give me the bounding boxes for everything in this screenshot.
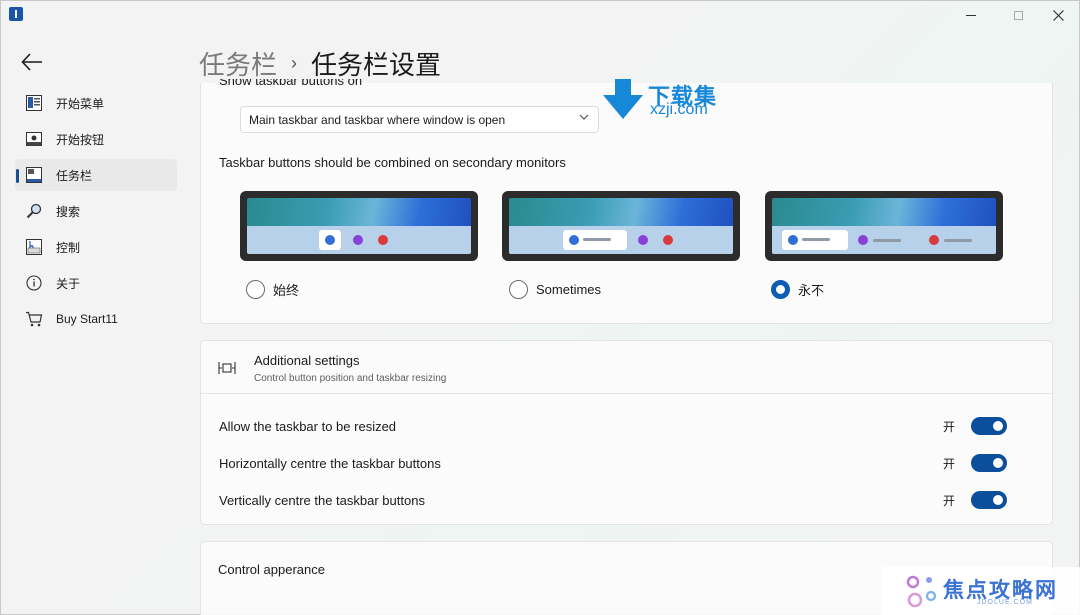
setting-label: Vertically centre the taskbar buttons	[219, 492, 425, 508]
option-always[interactable]: 始终	[246, 280, 299, 299]
dropdown-value: Main taskbar and taskbar where window is…	[249, 112, 506, 127]
maximize-button[interactable]	[998, 1, 1038, 29]
download-arrow-icon	[603, 79, 643, 119]
maximize-icon	[1013, 10, 1023, 20]
app-logo-icon	[9, 7, 23, 21]
sidebar: 开始菜单 开始按钮 任务栏 搜索 控制 关于 Buy Start11	[15, 87, 177, 339]
radio-never[interactable]	[771, 280, 790, 299]
app-dot	[353, 235, 363, 245]
setting-row-resize: Allow the taskbar to be resized 开	[219, 415, 1007, 437]
setting-label: Horizontally centre the taskbar buttons	[219, 455, 441, 471]
close-button[interactable]	[1038, 1, 1078, 29]
close-icon	[1052, 9, 1064, 21]
option-label: Sometimes	[536, 282, 602, 297]
preview-taskbar	[772, 226, 996, 254]
app-dot	[569, 235, 579, 245]
breadcrumb-parent-link[interactable]: 任务栏	[199, 45, 277, 82]
minimize-button[interactable]	[951, 1, 991, 29]
additional-settings-card: Additional settings Control button posit…	[200, 340, 1053, 525]
vcentre-toggle[interactable]	[971, 491, 1007, 509]
resize-toggle[interactable]	[971, 417, 1007, 435]
sidebar-item-about[interactable]: 关于	[15, 267, 177, 299]
sidebar-item-label: 控制	[56, 240, 81, 255]
combine-label: Taskbar buttons should be combined on se…	[219, 155, 566, 170]
search-icon	[25, 202, 43, 220]
sidebar-item-control[interactable]: 控制	[15, 231, 177, 263]
sidebar-item-label: 关于	[56, 276, 81, 291]
preview-screen	[247, 198, 471, 254]
app-dot	[378, 235, 388, 245]
preview-taskbar	[247, 226, 471, 254]
info-icon	[25, 274, 43, 292]
breadcrumb: 任务栏 › 任务栏设置	[199, 45, 441, 82]
option-sometimes[interactable]: Sometimes	[509, 280, 601, 299]
start-menu-icon	[25, 94, 43, 112]
cart-icon	[25, 310, 43, 328]
sidebar-item-label: 开始菜单	[56, 96, 105, 111]
additional-settings-subtitle: Control button position and taskbar resi…	[254, 373, 447, 384]
toggle-state-text: 开	[942, 456, 955, 471]
watermark-url: xzji.com	[650, 101, 708, 118]
app-dot	[325, 235, 335, 245]
sidebar-item-label: 搜索	[56, 204, 81, 219]
app-dot	[858, 235, 868, 245]
taskbar-icon	[25, 166, 43, 184]
app-dot	[663, 235, 673, 245]
preview-line	[583, 238, 611, 241]
option-label: 始终	[273, 283, 300, 298]
sidebar-item-label: Buy Start11	[56, 312, 118, 326]
sidebar-item-label: 开始按钮	[56, 132, 105, 147]
app-dot	[929, 235, 939, 245]
control-icon	[25, 238, 43, 256]
watermark-xzji: 下载集 xzji.com	[601, 79, 731, 123]
preview-sometimes[interactable]	[502, 191, 740, 261]
preview-taskbar	[509, 226, 733, 254]
option-never[interactable]: 永不	[771, 280, 824, 299]
sidebar-item-start-button[interactable]: 开始按钮	[15, 123, 177, 155]
sidebar-item-label: 任务栏	[56, 168, 93, 183]
setting-row-hcentre: Horizontally centre the taskbar buttons …	[219, 452, 1007, 474]
preview-line	[873, 239, 901, 242]
sidebar-item-start-menu[interactable]: 开始菜单	[15, 87, 177, 119]
radio-sometimes[interactable]	[509, 280, 528, 299]
setting-label: Allow the taskbar to be resized	[219, 418, 397, 434]
radio-always[interactable]	[246, 280, 265, 299]
additional-settings-title: Additional settings	[254, 353, 360, 368]
resize-icon	[218, 360, 236, 381]
preview-never[interactable]	[765, 191, 1003, 261]
page-title: 任务栏设置	[311, 50, 442, 80]
back-arrow-icon	[21, 53, 42, 71]
back-button[interactable]	[21, 49, 51, 75]
bubbles-logo-icon	[906, 575, 937, 608]
show-buttons-dropdown[interactable]: Main taskbar and taskbar where window is…	[240, 106, 599, 133]
sidebar-item-search[interactable]: 搜索	[15, 195, 177, 227]
chevron-down-icon	[579, 113, 589, 124]
watermark-url: JDOLUE.COM	[977, 599, 1033, 606]
watermark-jdolue: 焦点攻略网 JDOLUE.COM	[881, 567, 1080, 615]
app-window: 开始菜单 开始按钮 任务栏 搜索 控制 关于 Buy Start11 任务栏 ›…	[0, 0, 1080, 615]
toggle-state-text: 开	[942, 419, 955, 434]
preview-line	[944, 239, 972, 242]
app-dot	[638, 235, 648, 245]
preview-line	[802, 238, 830, 241]
show-buttons-label: Show taskbar buttons on	[219, 79, 363, 88]
additional-settings-header: Additional settings Control button posit…	[201, 341, 1052, 394]
breadcrumb-separator: ›	[291, 53, 298, 73]
preview-always[interactable]	[240, 191, 478, 261]
control-appearance-title: Control apperance	[218, 562, 325, 577]
option-label: 永不	[798, 283, 825, 298]
hcentre-toggle[interactable]	[971, 454, 1007, 472]
toggle-state-text: 开	[942, 493, 955, 508]
preview-screen	[509, 198, 733, 254]
sidebar-item-taskbar[interactable]: 任务栏	[15, 159, 177, 191]
minimize-icon	[966, 14, 976, 16]
app-dot	[788, 235, 798, 245]
preview-screen	[772, 198, 996, 254]
setting-row-vcentre: Vertically centre the taskbar buttons 开	[219, 489, 1007, 511]
sidebar-item-buy[interactable]: Buy Start11	[15, 303, 177, 335]
start-button-icon	[25, 130, 43, 148]
